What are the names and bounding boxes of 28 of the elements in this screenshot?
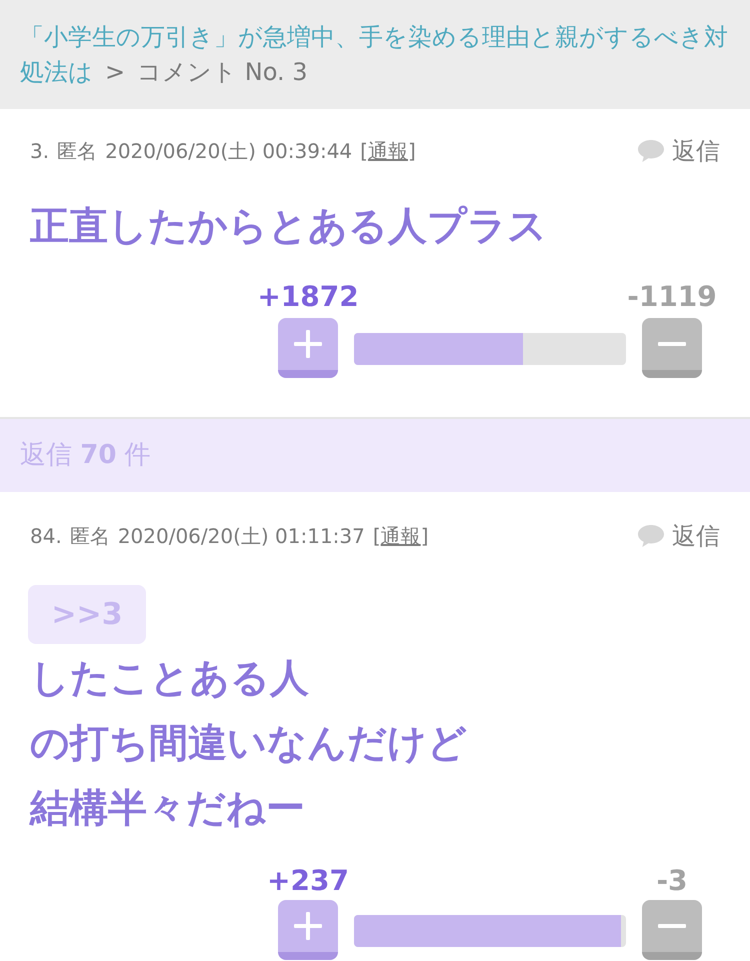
reply-button[interactable]: 返信: [638, 136, 720, 166]
comment-text-line: したことある人: [30, 655, 309, 703]
report-link[interactable]: [通報]: [372, 521, 428, 551]
minus-icon: [658, 342, 686, 346]
comment-number: 84.: [30, 523, 62, 550]
comment-text-line: の打ち間違いなんだけど: [30, 720, 467, 768]
upvote-count: +1872: [257, 281, 359, 313]
downvote-button[interactable]: [642, 900, 702, 960]
report-link[interactable]: [通報]: [360, 136, 416, 166]
downvote-count: -3: [656, 865, 688, 897]
plus-icon: [294, 912, 322, 940]
minus-icon: [658, 924, 686, 928]
comment-author: 匿名: [70, 523, 110, 550]
comment-date: 2020/06/20(土) 00:39:44: [105, 138, 352, 165]
comment-number: 3.: [30, 138, 50, 165]
reply-button[interactable]: 返信: [638, 521, 720, 551]
plus-icon: [294, 330, 322, 358]
upvote-button[interactable]: [278, 900, 338, 960]
comment-text-line: 正直したからとある人プラス: [30, 203, 547, 251]
comment-author: 匿名: [57, 138, 98, 165]
comment-date: 2020/06/20(土) 01:11:37: [118, 523, 365, 550]
downvote-button[interactable]: [642, 318, 702, 378]
speech-bubble-icon: [638, 140, 664, 162]
downvote-count: -1119: [627, 281, 717, 313]
upvote-button[interactable]: [278, 318, 338, 378]
upvote-count: +237: [267, 865, 349, 897]
speech-bubble-icon: [638, 525, 664, 547]
comment-text-line: 結構半々だねー: [30, 785, 305, 833]
